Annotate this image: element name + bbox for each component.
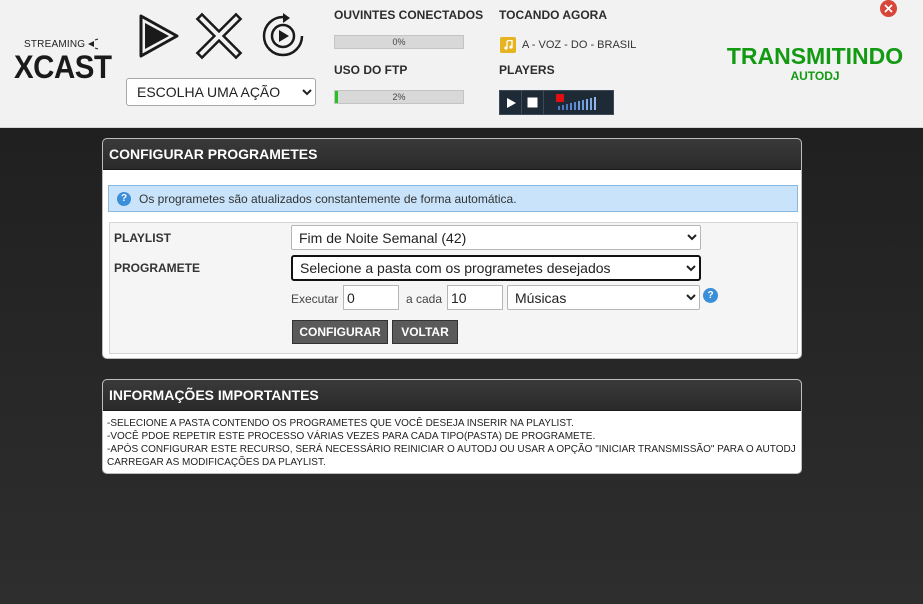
a-cada-input[interactable] <box>447 285 503 310</box>
restart-icon <box>262 13 304 57</box>
status-sub: AUTODJ <box>790 69 840 83</box>
note-line: -VOCÊ PDOE REPETIR ESTE PROCESSO VÁRIAS … <box>107 431 596 442</box>
ftp-label: USO DO FTP <box>334 63 408 77</box>
player-play-button[interactable] <box>500 91 522 114</box>
volume-icon <box>556 94 596 110</box>
stop-button[interactable] <box>195 12 243 60</box>
listeners-progress: 0% <box>334 35 464 49</box>
close-button[interactable] <box>880 0 897 17</box>
unit-select[interactable]: Músicas <box>507 285 700 310</box>
close-icon <box>884 4 893 13</box>
audio-player <box>499 90 614 115</box>
ftp-progress: 2% <box>334 90 464 104</box>
executar-input[interactable] <box>343 285 399 310</box>
play-button[interactable] <box>133 12 181 60</box>
note-line: -SELECIONE A PASTA CONTENDO OS PROGRAMET… <box>107 418 574 429</box>
ftp-progress-text: 2% <box>392 92 406 102</box>
programete-select[interactable]: Selecione a pasta com os programetes des… <box>291 255 701 281</box>
listeners-label: OUVINTES CONECTADOS <box>334 8 484 22</box>
player-play-icon <box>506 97 516 108</box>
config-panel: CONFIGURAR PROGRAMETES ? Os programetes … <box>102 138 802 359</box>
back-button[interactable]: VOLTAR <box>392 320 458 344</box>
play-icon <box>139 14 179 58</box>
player-stop-icon <box>527 97 538 108</box>
programete-label: PROGRAMETE <box>114 261 201 275</box>
stop-x-icon <box>195 12 243 60</box>
note-line: -APÓS CONFIGURAR ESTE RECURSO, SERÁ NECE… <box>107 444 796 468</box>
logo-name: XCAST <box>14 49 112 85</box>
restart-button[interactable] <box>259 12 307 60</box>
important-info-title: INFORMAÇÕES IMPORTANTES <box>103 380 801 411</box>
info-message-text: Os programetes são atualizados constante… <box>139 191 517 206</box>
executar-label: Executar <box>291 292 339 306</box>
listeners-progress-text: 0% <box>392 37 406 47</box>
player-stop-button[interactable] <box>522 91 544 114</box>
a-cada-label: a cada <box>406 292 443 306</box>
player-volume[interactable] <box>544 91 613 114</box>
top-header: STREAMING XCAST ESCOLHA UMA AÇÃO OUVINTE… <box>0 0 923 128</box>
info-message: ? Os programetes são atualizados constan… <box>108 185 798 212</box>
now-playing-song: A - VOZ - DO - BRASIL <box>522 39 637 51</box>
playlist-label: PLAYLIST <box>114 231 171 245</box>
status-main: TRANSMITINDO <box>726 43 904 69</box>
now-playing-label: TOCANDO AGORA <box>499 8 607 22</box>
config-form: PLAYLIST Fim de Noite Semanal (42) PROGR… <box>109 222 798 354</box>
now-playing: A - VOZ - DO - BRASIL <box>500 37 636 53</box>
configure-button[interactable]: CONFIGURAR <box>292 320 388 344</box>
playlist-select[interactable]: Fim de Noite Semanal (42) <box>291 225 701 250</box>
xcast-logo: STREAMING XCAST <box>14 36 112 86</box>
players-label: PLAYERS <box>499 63 555 77</box>
help-question-icon[interactable]: ? <box>703 288 718 303</box>
broadcast-status: TRANSMITINDO AUTODJ <box>720 42 910 83</box>
important-info-panel: INFORMAÇÕES IMPORTANTES -SELECIONE A PAS… <box>102 379 802 474</box>
music-note-icon <box>500 37 516 53</box>
config-panel-title: CONFIGURAR PROGRAMETES <box>103 139 801 170</box>
question-icon: ? <box>117 191 131 206</box>
important-info-notes: -SELECIONE A PASTA CONTENDO OS PROGRAMET… <box>107 417 797 469</box>
action-select[interactable]: ESCOLHA UMA AÇÃO <box>126 78 316 106</box>
